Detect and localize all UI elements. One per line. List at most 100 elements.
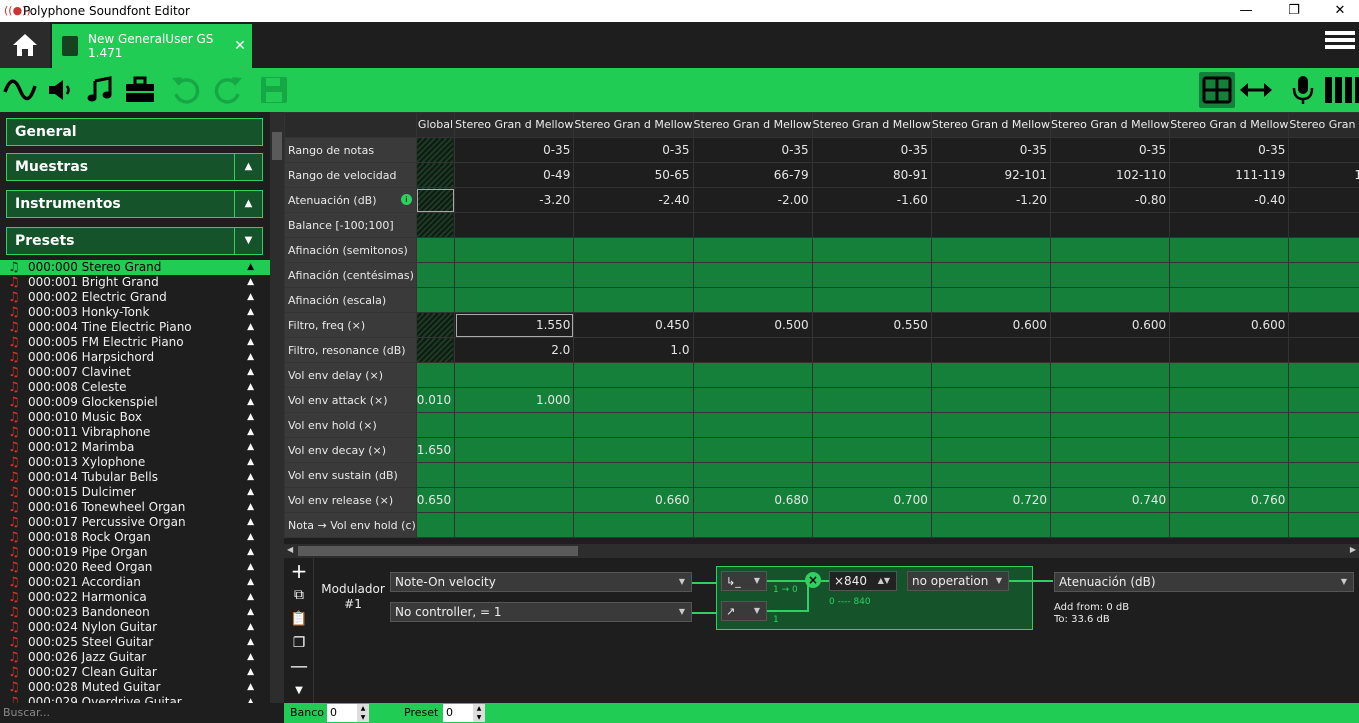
collapse-arrow-icon[interactable]: ▲: [247, 440, 254, 455]
global-cell[interactable]: [415, 512, 456, 538]
table-cell[interactable]: [1288, 512, 1359, 538]
table-cell[interactable]: [573, 287, 694, 313]
table-cell[interactable]: 0-35: [1288, 137, 1359, 163]
operation-select[interactable]: no operation ▼: [907, 571, 1009, 591]
table-cell[interactable]: 50-65: [573, 162, 694, 188]
collapse-arrow-icon[interactable]: ▲: [247, 590, 254, 605]
collapse-arrow-icon[interactable]: ▲: [247, 395, 254, 410]
table-cell[interactable]: [573, 362, 694, 388]
list-item[interactable]: ♫ 000:008 Celeste ▲: [0, 380, 270, 395]
table-cell[interactable]: [1288, 437, 1359, 463]
global-cell[interactable]: 1.650: [415, 437, 456, 463]
collapse-arrow-icon[interactable]: ▲: [247, 695, 254, 703]
global-column-header[interactable]: Global: [415, 112, 456, 138]
close-window-button[interactable]: ✕: [1317, 0, 1359, 22]
table-cell[interactable]: [454, 287, 575, 313]
table-cell[interactable]: [1288, 212, 1359, 238]
table-cell[interactable]: [930, 437, 1052, 463]
table-cell[interactable]: [454, 362, 575, 388]
redo-button[interactable]: [210, 72, 246, 108]
preset-list[interactable]: ♫ 000:000 Stereo Grand ▲ ♫ 000:001 Bright Gr…: [0, 260, 270, 703]
table-cell[interactable]: 0.790: [1288, 487, 1359, 513]
table-cell[interactable]: 0.500: [692, 312, 813, 338]
table-cell[interactable]: -1.20: [930, 187, 1052, 213]
table-cell[interactable]: [573, 212, 694, 238]
table-cell[interactable]: [1288, 387, 1359, 413]
table-cell[interactable]: [1169, 212, 1290, 238]
info-icon[interactable]: i: [400, 194, 412, 205]
table-cell[interactable]: 1.000: [454, 387, 575, 413]
minimize-button[interactable]: —: [1223, 0, 1269, 22]
table-cell[interactable]: 0-49: [454, 162, 575, 188]
column-header[interactable]: Stereo Gran d Mellow: [573, 112, 694, 138]
scrollbar-thumb[interactable]: [272, 132, 282, 160]
table-cell[interactable]: [1288, 237, 1359, 263]
table-cell[interactable]: 111-119: [1169, 162, 1290, 188]
table-cell[interactable]: 0.600: [1288, 312, 1359, 338]
microphone-button[interactable]: [1285, 72, 1321, 108]
table-cell[interactable]: -2.00: [692, 187, 813, 213]
table-cell[interactable]: [1288, 362, 1359, 388]
table-cell[interactable]: [1169, 262, 1290, 288]
remove-modulator-icon[interactable]: —: [289, 658, 309, 676]
table-cell[interactable]: 0.600: [1050, 312, 1171, 338]
column-header[interactable]: Stereo Gran d Mellow: [1169, 112, 1290, 138]
table-cell[interactable]: [692, 237, 813, 263]
collapse-arrow-icon[interactable]: ▲: [247, 410, 254, 425]
table-cell[interactable]: [1288, 187, 1359, 213]
table-cell[interactable]: [1050, 362, 1171, 388]
table-cell[interactable]: [1050, 512, 1171, 538]
table-cell[interactable]: [811, 412, 932, 438]
table-cell[interactable]: [1169, 462, 1290, 488]
multiplier-spinbox[interactable]: ×840 ▲▼: [829, 571, 897, 591]
save-button[interactable]: [256, 72, 292, 108]
collapse-arrow-icon[interactable]: ▲: [247, 455, 254, 470]
banco-spinbox[interactable]: 0 ▲ ▼: [327, 704, 369, 722]
table-cell[interactable]: -0.80: [1050, 187, 1171, 213]
toolbox-button[interactable]: [122, 72, 158, 108]
table-cell[interactable]: [811, 212, 932, 238]
collapse-arrow-icon[interactable]: ▲: [247, 380, 254, 395]
table-cell[interactable]: [1050, 387, 1171, 413]
global-cell[interactable]: [415, 237, 456, 263]
list-item[interactable]: ♫ 000:017 Percussive Organ ▲: [0, 515, 270, 530]
speaker-tool-button[interactable]: [42, 72, 78, 108]
list-item[interactable]: ♫ 000:001 Bright Grand ▲: [0, 275, 270, 290]
table-cell[interactable]: 66-79: [692, 162, 813, 188]
collapse-arrow-icon[interactable]: ▲: [247, 605, 254, 620]
table-cell[interactable]: [811, 337, 932, 363]
collapse-arrow-icon[interactable]: ▲: [247, 500, 254, 515]
table-cell[interactable]: [1050, 287, 1171, 313]
sample-tool-button[interactable]: [2, 72, 38, 108]
list-item[interactable]: ♫ 000:016 Tonewheel Organ ▲: [0, 500, 270, 515]
list-item[interactable]: ♫ 000:024 Nylon Guitar ▲: [0, 620, 270, 635]
global-cell[interactable]: [415, 462, 456, 488]
table-cell[interactable]: [454, 412, 575, 438]
table-cell[interactable]: [811, 287, 932, 313]
table-cell[interactable]: [573, 387, 694, 413]
table-cell[interactable]: 0.660: [573, 487, 694, 513]
collapse-arrow-icon[interactable]: ▲: [234, 191, 262, 217]
close-tab-button[interactable]: ✕: [228, 38, 252, 54]
undo-button[interactable]: [168, 72, 204, 108]
table-cell[interactable]: 0.600: [930, 312, 1052, 338]
list-item[interactable]: ♫ 000:006 Harpsichord ▲: [0, 350, 270, 365]
collapse-arrow-icon[interactable]: ▲: [247, 470, 254, 485]
collapse-arrow-icon[interactable]: ▲: [247, 365, 254, 380]
table-cell[interactable]: [811, 437, 932, 463]
list-item[interactable]: ♫ 000:003 Honky-Tonk ▲: [0, 305, 270, 320]
source2-select[interactable]: No controller, = 1 ▼: [390, 602, 692, 622]
table-cell[interactable]: [930, 287, 1052, 313]
global-cell[interactable]: [415, 137, 456, 163]
table-cell[interactable]: 0.680: [692, 487, 813, 513]
list-item[interactable]: ♫ 000:002 Electric Grand ▲: [0, 290, 270, 305]
table-cell[interactable]: 0.740: [1050, 487, 1171, 513]
table-cell[interactable]: [573, 262, 694, 288]
table-cell[interactable]: 1.0: [573, 337, 694, 363]
keyboard-button[interactable]: [1323, 72, 1359, 108]
list-item[interactable]: ♫ 000:025 Steel Guitar ▲: [0, 635, 270, 650]
table-cell[interactable]: [692, 212, 813, 238]
curve2-select[interactable]: ↗ ▼: [721, 601, 767, 621]
table-cell[interactable]: [692, 387, 813, 413]
table-cell[interactable]: 0.450: [573, 312, 694, 338]
